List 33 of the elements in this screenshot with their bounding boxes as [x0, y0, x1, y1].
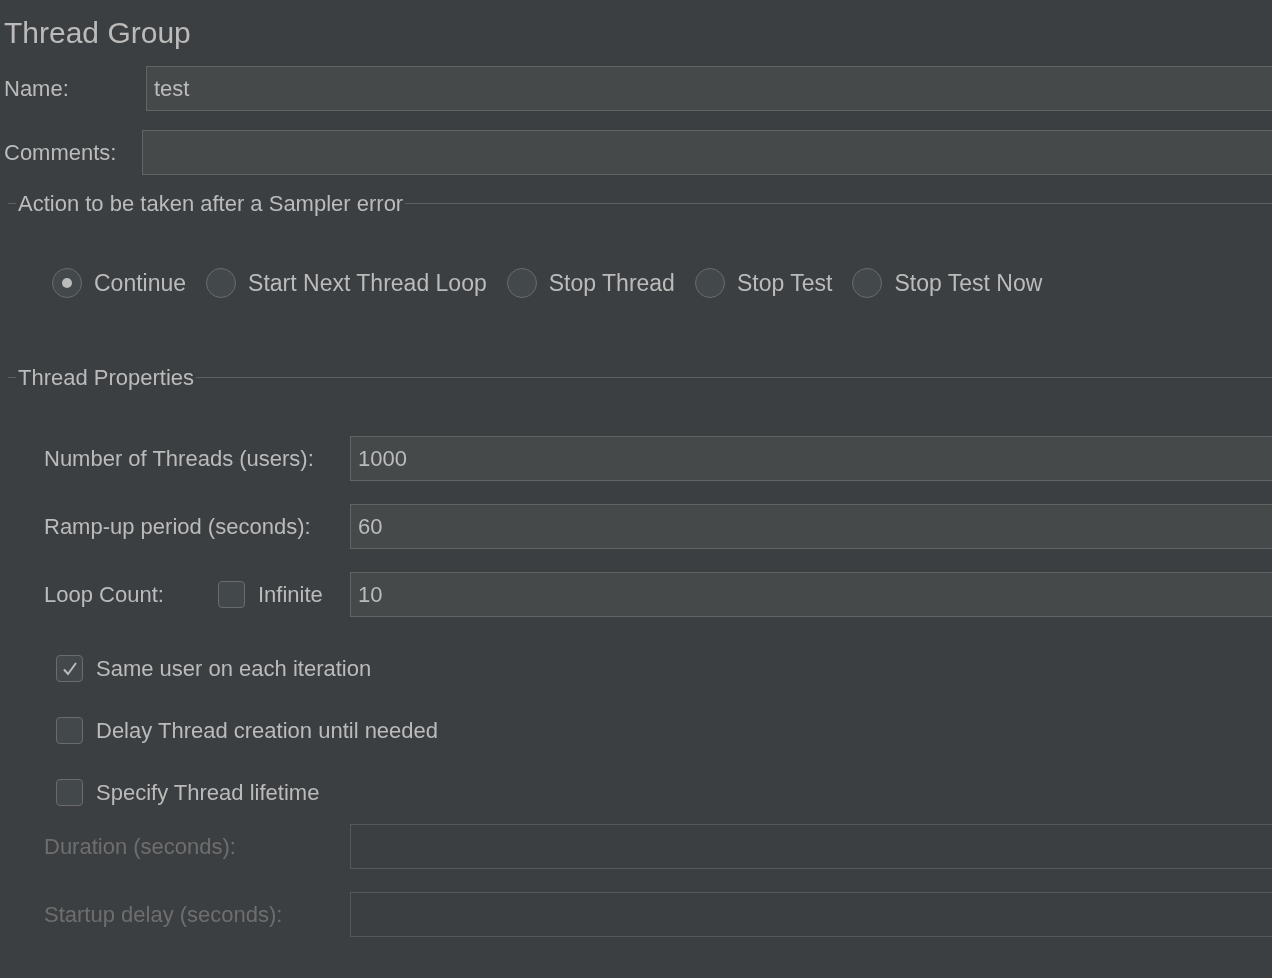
checkbox[interactable] — [56, 655, 83, 682]
group-legend: Action to be taken after a Sampler error — [16, 187, 406, 220]
input-field[interactable]: 60 — [350, 503, 1272, 549]
field-label: Ramp-up period (seconds): — [44, 512, 312, 541]
field-label: Name: — [4, 75, 70, 103]
field-label: Loop Count: — [44, 580, 165, 609]
input-field[interactable]: test — [146, 66, 1272, 111]
input-field[interactable] — [350, 823, 1272, 869]
checkbox-label: Same user on each iteration — [96, 655, 372, 683]
checkbox-label: Delay Thread creation until needed — [96, 717, 439, 745]
group-legend: Thread Properties — [16, 360, 197, 394]
radio-label: Start Next Thread Loop — [248, 269, 487, 298]
input-field[interactable]: 10 — [350, 571, 1272, 617]
radio-button[interactable] — [52, 268, 82, 299]
checkbox-label: Specify Thread lifetime — [96, 779, 320, 807]
field-label: Number of Threads (users): — [44, 444, 315, 473]
input-field[interactable] — [142, 130, 1272, 175]
input-field[interactable] — [350, 891, 1272, 937]
checkbox[interactable] — [56, 717, 83, 744]
input-field[interactable]: 1000 — [350, 435, 1272, 481]
radio-button[interactable] — [206, 268, 237, 299]
radio-button[interactable] — [852, 268, 883, 299]
radio-label: Stop Thread — [548, 269, 675, 298]
checkbox-label: Infinite — [257, 580, 324, 609]
radio-label: Continue — [94, 269, 187, 298]
radio-label: Stop Test Now — [894, 269, 1043, 298]
field-label: Comments: — [4, 139, 118, 167]
checkbox[interactable] — [56, 779, 83, 806]
radio-button[interactable] — [694, 268, 725, 299]
radio-label: Stop Test — [736, 269, 833, 298]
panel-title: Thread Group — [3, 15, 192, 51]
checkbox[interactable] — [218, 580, 245, 608]
radio-button[interactable] — [506, 268, 537, 299]
